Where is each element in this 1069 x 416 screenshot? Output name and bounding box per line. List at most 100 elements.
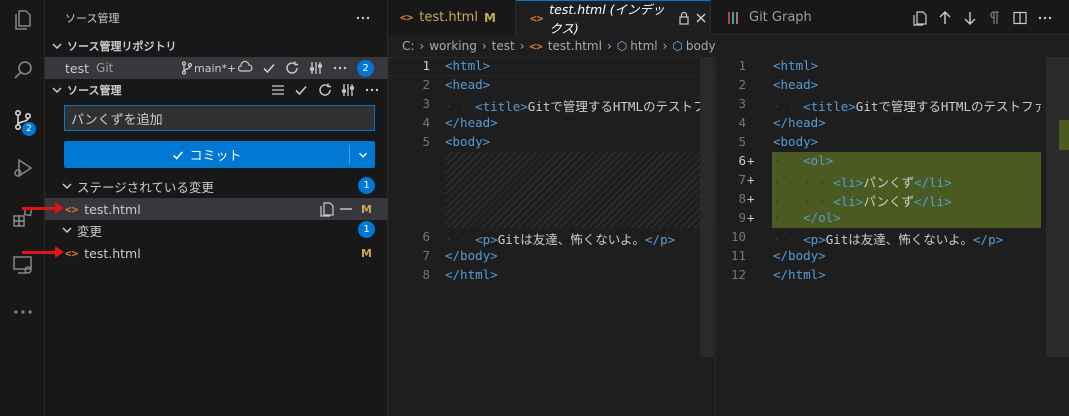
check-icon <box>173 150 184 160</box>
more-actions-icon[interactable] <box>353 8 373 28</box>
editor-more-icon[interactable] <box>1035 8 1055 28</box>
sc-more-icon[interactable] <box>362 80 382 100</box>
tab-status: M <box>483 10 496 25</box>
extensions-icon[interactable] <box>0 197 45 237</box>
code-line: </head> <box>445 115 498 130</box>
editor-area: <> test.html M <> test.html (インデックス) Git… <box>388 0 1069 416</box>
chevron-down-icon <box>47 80 67 100</box>
line-number: 11 <box>730 248 746 263</box>
added-line-marker: + <box>747 191 755 206</box>
symbol-icon: ⬡ <box>616 39 628 53</box>
line-number: 6 <box>738 153 746 168</box>
minimap-added-marker <box>1059 120 1069 150</box>
refresh-icon[interactable] <box>282 58 302 78</box>
code-line: · · <ol> <box>773 153 834 168</box>
changes-count-badge: 1 <box>358 221 375 238</box>
repo-section-title: ソース管理リポジトリ <box>67 40 177 53</box>
chevron-right-icon: › <box>606 39 612 53</box>
staged-file-status: M <box>361 202 372 216</box>
line-number: 7 <box>738 172 746 187</box>
html-file-icon: <> <box>529 39 543 53</box>
sc-section-header[interactable]: ソース管理 <box>45 80 388 100</box>
chevron-down-icon <box>57 220 77 240</box>
code-line: · · </ol> <box>773 210 841 225</box>
added-line-marker: + <box>747 153 755 168</box>
code-line: · · <title>Gitで管理するHTMLのテストファ <box>445 99 700 114</box>
scrollbar[interactable] <box>700 57 714 357</box>
repo-more-icon[interactable] <box>330 58 350 78</box>
list-view-icon[interactable] <box>268 80 288 100</box>
close-icon[interactable] <box>693 8 710 28</box>
code-line: <head> <box>445 77 491 92</box>
annotation-arrow <box>22 246 64 258</box>
breadcrumb-folder[interactable]: test <box>492 39 515 53</box>
breadcrumb-drive[interactable]: C: <box>402 39 414 53</box>
staged-section-title: ステージされている変更 <box>77 179 214 195</box>
code-line: <html> <box>773 58 819 73</box>
breadcrumb-symbol[interactable]: body <box>686 39 716 53</box>
run-debug-icon[interactable] <box>0 148 45 188</box>
commit-message-input[interactable]: パンくずを追加 <box>64 105 375 131</box>
source-control-icon[interactable]: 2 <box>0 100 45 140</box>
commit-check-icon[interactable] <box>259 58 279 78</box>
repo-section-header[interactable]: ソース管理リポジトリ <box>45 36 388 56</box>
staged-count-badge: 1 <box>358 177 375 194</box>
added-line-marker: + <box>747 172 755 187</box>
diff-spacer <box>445 152 715 228</box>
line-number: 3 <box>422 96 430 111</box>
changes-section-title: 変更 <box>77 223 103 239</box>
open-file-icon[interactable] <box>317 199 337 219</box>
search-icon[interactable] <box>0 50 45 90</box>
more-icon[interactable] <box>0 292 45 332</box>
changes-header[interactable]: 変更 1 <box>45 220 388 240</box>
cloud-sync-icon[interactable] <box>235 58 255 78</box>
tab-test-html[interactable]: <> test.html M <box>388 0 516 35</box>
refresh-icon[interactable] <box>315 80 335 100</box>
line-number: 9 <box>738 210 746 225</box>
commit-button[interactable]: コミット <box>64 141 375 168</box>
arrow-up-icon[interactable] <box>935 8 955 28</box>
code-line: <body> <box>773 134 819 149</box>
staged-file-row[interactable]: <> test.html M <box>45 198 388 220</box>
changes-file-row[interactable]: <> test.html M <box>45 242 388 264</box>
tab-git-graph[interactable]: Git Graph <box>711 0 831 35</box>
breadcrumb-symbol[interactable]: html <box>630 39 657 53</box>
breadcrumb-folder[interactable]: working <box>429 39 477 53</box>
staged-changes-header[interactable]: ステージされている変更 1 <box>45 176 388 196</box>
line-number: 12 <box>730 267 746 282</box>
breadcrumb-file[interactable]: test.html <box>548 39 602 53</box>
scm-badge: 2 <box>22 122 36 136</box>
sidebar-header: ソース管理 <box>45 8 388 28</box>
chevron-right-icon: › <box>662 39 668 53</box>
repo-row[interactable]: test Git main*+ 2 <box>45 57 388 79</box>
split-editor-icon[interactable] <box>1010 8 1030 28</box>
line-number: 8 <box>738 191 746 206</box>
line-number: 2 <box>738 77 746 92</box>
tab-label: test.html <box>419 10 478 25</box>
chevron-down-icon <box>358 152 367 158</box>
git-graph-icon <box>723 8 743 28</box>
arrow-down-icon[interactable] <box>960 8 980 28</box>
html-file-icon: <> <box>400 11 414 24</box>
branch-name[interactable]: main*+ <box>194 62 236 75</box>
repo-badge: 2 <box>357 59 374 77</box>
pilcrow-icon[interactable] <box>985 8 1005 28</box>
tab-label: Git Graph <box>749 10 812 25</box>
modified-editor-pane[interactable]: 1 <html> 2 <head> 3 · · <title>Gitで管理するHTMLのテ… <box>715 57 1069 416</box>
git-graph-icon[interactable] <box>338 80 358 100</box>
unstage-icon[interactable] <box>336 199 356 219</box>
line-number: 3 <box>738 96 746 111</box>
code-line: </head> <box>773 115 826 130</box>
original-editor-pane[interactable]: 1 <html> 2 <head> 3 · · <title>Gitで管理するHTMLのテ… <box>388 57 715 416</box>
line-number: 7 <box>422 248 430 263</box>
tab-test-html-index[interactable]: <> test.html (インデックス) <box>516 0 711 36</box>
commit-check-icon[interactable] <box>291 80 311 100</box>
changes-file-name: test.html <box>84 245 141 261</box>
open-file-icon[interactable] <box>910 8 930 28</box>
explorer-icon[interactable] <box>0 0 45 40</box>
minimap[interactable] <box>1046 57 1069 357</box>
code-line: <head> <box>773 77 819 92</box>
git-graph-icon[interactable] <box>306 58 326 78</box>
commit-dropdown-button[interactable] <box>350 148 375 162</box>
sidebar-title: ソース管理 <box>65 12 120 25</box>
